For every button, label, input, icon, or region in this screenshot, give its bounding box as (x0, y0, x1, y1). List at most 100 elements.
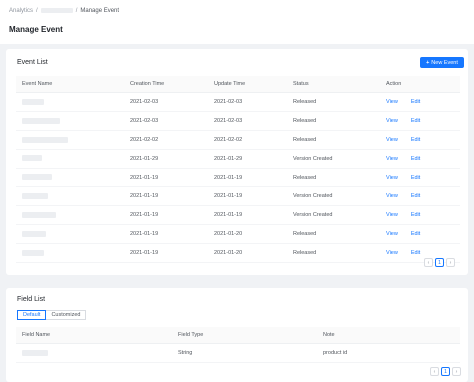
status-cell: Released (287, 243, 380, 264)
status-cell: Version Created (287, 149, 380, 169)
event-name-cell (16, 92, 124, 112)
table-row: 2021-01-19 2021-01-19 Released View Edit (16, 168, 460, 188)
creation-time-cell: 2021-01-29 (124, 149, 208, 169)
creation-time-cell: 2021-01-19 (124, 168, 208, 188)
page-header: Analytics / / Manage Event Manage Event (0, 0, 474, 44)
edit-link[interactable]: Edit (411, 99, 420, 105)
page-title: Manage Event (9, 25, 63, 34)
plus-icon: + (426, 59, 430, 66)
page-1-button[interactable]: 1 (435, 258, 444, 267)
edit-link[interactable]: Edit (411, 212, 420, 218)
redacted-event-name (22, 212, 56, 219)
column-header: Note (317, 327, 460, 344)
breadcrumb: Analytics / / Manage Event (9, 8, 119, 14)
action-cell: View Edit (380, 149, 460, 169)
table-row: 2021-01-19 2021-01-19 Version Created View E… (16, 186, 460, 207)
table-row: 2021-02-02 2021-02-02 Released View Edit (16, 130, 460, 150)
creation-time-cell: 2021-02-02 (124, 130, 208, 150)
table-row: 2021-01-19 2021-01-20 Released View Edit (16, 224, 460, 245)
status-cell: Released (287, 92, 380, 112)
action-cell: View Edit (380, 111, 460, 131)
view-link[interactable]: View (386, 137, 398, 143)
redacted-event-name (22, 174, 52, 181)
edit-link[interactable]: Edit (411, 231, 420, 237)
action-cell: View Edit (380, 168, 460, 188)
edit-link[interactable]: Edit (411, 250, 420, 256)
prev-page-button[interactable]: ‹ (430, 367, 439, 376)
field-table: Field Name Field Type Note String product i… (16, 327, 460, 363)
edit-link[interactable]: Edit (411, 118, 420, 124)
page-1-button[interactable]: 1 (441, 367, 450, 376)
redacted-event-name (22, 136, 68, 143)
creation-time-cell: 2021-01-19 (124, 224, 208, 245)
update-time-cell: 2021-02-02 (208, 130, 287, 150)
action-cell: View Edit (380, 205, 460, 226)
update-time-cell: 2021-01-29 (208, 149, 287, 169)
edit-link[interactable]: Edit (411, 156, 420, 162)
field-list-title: Field List (17, 296, 46, 303)
table-row: 2021-01-29 2021-01-29 Version Created View E… (16, 149, 460, 169)
creation-time-cell: 2021-02-03 (124, 92, 208, 112)
event-name-cell (16, 224, 124, 245)
next-page-button[interactable]: › (446, 258, 455, 267)
view-link[interactable]: View (386, 250, 398, 256)
redacted-field-name (22, 349, 48, 356)
status-cell: Version Created (287, 186, 380, 207)
event-name-cell (16, 149, 124, 169)
table-header-row: Field Name Field Type Note (16, 327, 460, 344)
action-cell: View Edit (380, 92, 460, 112)
note-cell: product id (317, 343, 460, 363)
status-cell: Released (287, 111, 380, 131)
update-time-cell: 2021-01-19 (208, 168, 287, 188)
view-link[interactable]: View (386, 99, 398, 105)
view-link[interactable]: View (386, 212, 398, 218)
field-type-cell: String (172, 343, 317, 363)
status-cell: Version Created (287, 205, 380, 226)
status-cell: Released (287, 168, 380, 188)
view-link[interactable]: View (386, 231, 398, 237)
breadcrumb-root[interactable]: Analytics (9, 8, 33, 14)
column-header: Creation Time (124, 76, 208, 93)
redacted-event-name (22, 117, 60, 124)
tab-default[interactable]: Default (17, 310, 47, 320)
edit-link[interactable]: Edit (411, 193, 420, 199)
update-time-cell: 2021-02-03 (208, 92, 287, 112)
redacted-event-name (22, 155, 42, 162)
new-event-button[interactable]: + New Event (420, 57, 464, 68)
event-list-card: Event List + New Event Event Name Creatio… (6, 49, 468, 275)
tab-customized[interactable]: Customized (46, 310, 87, 320)
view-link[interactable]: View (386, 156, 398, 162)
next-page-button[interactable]: › (452, 367, 461, 376)
event-name-cell (16, 130, 124, 150)
column-header: Field Name (16, 327, 172, 344)
creation-time-cell: 2021-01-19 (124, 243, 208, 264)
breadcrumb-separator: / (75, 8, 78, 15)
new-event-label: New Event (431, 59, 458, 66)
view-link[interactable]: View (386, 118, 398, 124)
redacted-event-name (22, 193, 48, 200)
column-header: Field Type (172, 327, 317, 344)
action-cell: View Edit (380, 224, 460, 245)
status-cell: Released (287, 130, 380, 150)
redacted-event-name (22, 98, 44, 105)
creation-time-cell: 2021-02-03 (124, 111, 208, 131)
column-header: Status (287, 76, 380, 93)
column-header: Update Time (208, 76, 287, 93)
table-header-row: Event Name Creation Time Update Time Status… (16, 76, 460, 93)
edit-link[interactable]: Edit (411, 137, 420, 143)
creation-time-cell: 2021-01-19 (124, 205, 208, 226)
redacted-event-name (22, 230, 46, 237)
edit-link[interactable]: Edit (411, 175, 420, 181)
update-time-cell: 2021-01-20 (208, 243, 287, 264)
prev-page-button[interactable]: ‹ (424, 258, 433, 267)
creation-time-cell: 2021-01-19 (124, 186, 208, 207)
breadcrumb-current: Manage Event (80, 8, 120, 15)
column-header: Event Name (16, 76, 124, 93)
update-time-cell: 2021-01-20 (208, 224, 287, 245)
event-name-cell (16, 205, 124, 226)
breadcrumb-redacted-item[interactable] (40, 8, 73, 13)
table-row: String product id (16, 343, 460, 363)
update-time-cell: 2021-01-19 (208, 186, 287, 207)
view-link[interactable]: View (386, 193, 398, 199)
view-link[interactable]: View (386, 175, 398, 181)
